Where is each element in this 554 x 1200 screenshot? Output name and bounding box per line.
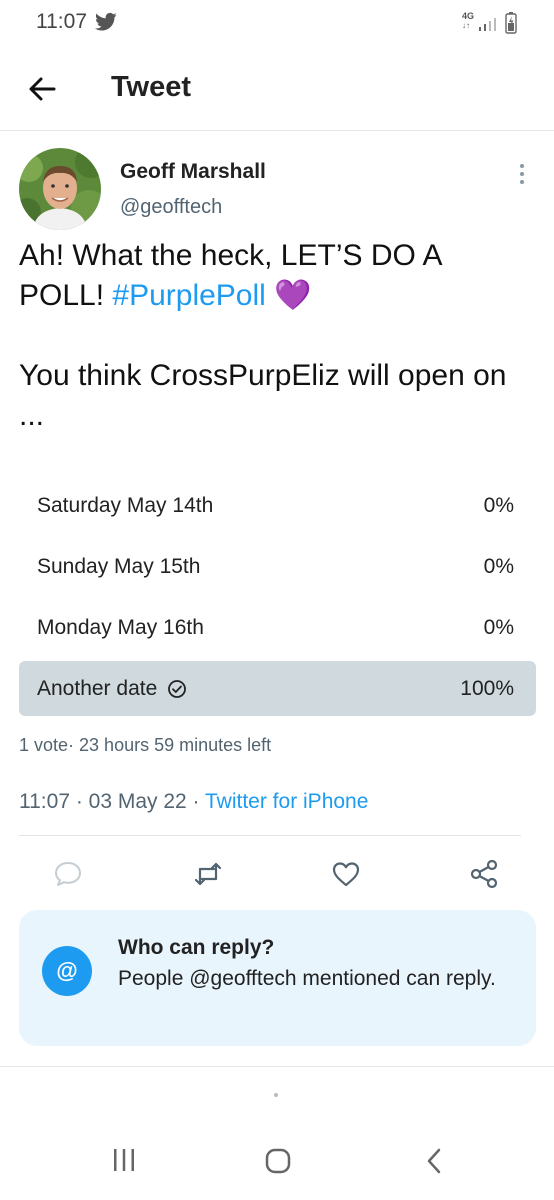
tweet-actions (0, 854, 554, 894)
avatar-image (19, 148, 101, 230)
status-bar: 11:07 4G ↓↑ (0, 0, 554, 44)
back-nav-icon[interactable] (424, 1148, 444, 1174)
battery-icon (505, 12, 517, 34)
reply-icon[interactable] (52, 858, 84, 890)
poll-option-text: Another date (37, 677, 158, 700)
share-icon[interactable] (468, 858, 500, 890)
reply-card-title: Who can reply? (118, 936, 275, 959)
poll-option: Monday May 16th 0% (19, 600, 536, 655)
source-link[interactable]: Twitter for iPhone (205, 790, 368, 813)
signal-icon (479, 18, 496, 31)
more-options-icon[interactable] (512, 162, 532, 186)
system-nav-bar (0, 1130, 554, 1200)
avatar[interactable] (19, 148, 101, 230)
poll-option-label: Another date (37, 677, 187, 701)
poll-option-text: Monday May 16th (37, 616, 204, 639)
page-indicator-dot (274, 1093, 278, 1097)
recent-apps-icon[interactable] (112, 1148, 136, 1172)
retweet-icon[interactable] (192, 858, 224, 890)
poll-option-text: Sunday May 15th (37, 555, 201, 578)
reply-restriction-card: @ Who can reply? People @geofftech menti… (19, 910, 536, 1046)
tweet-paragraph-1: Ah! What the heck, LET’S DO A POLL! #Pur… (19, 236, 534, 316)
network-indicator: 4G ↓↑ (462, 11, 475, 31)
poll-option-text: Saturday May 14th (37, 494, 214, 517)
poll-option-percent: 0% (483, 494, 514, 517)
status-time: 11:07 (36, 10, 87, 33)
poll: Saturday May 14th 0% Sunday May 15th 0% Mond… (19, 478, 536, 722)
poll-option: Saturday May 14th 0% (19, 478, 536, 533)
twitter-icon (95, 12, 117, 31)
author-name[interactable]: Geoff Marshall (120, 160, 266, 184)
purple-heart-emoji: 💜 (274, 279, 312, 312)
poll-option-label: Saturday May 14th (37, 494, 213, 518)
like-icon[interactable] (330, 858, 362, 890)
tweet-paragraph-2: You think CrossPurpEliz will open on ... (19, 359, 507, 432)
app-header: Tweet (0, 44, 554, 131)
hashtag-link[interactable]: #PurplePoll (112, 279, 265, 312)
divider (19, 835, 521, 836)
poll-option-percent: 0% (483, 555, 514, 578)
reply-card-description: People @geofftech mentioned can reply. (118, 967, 496, 990)
arrow-left-icon[interactable] (22, 72, 62, 106)
poll-option: Another date 100% (19, 661, 536, 716)
page-title: Tweet (111, 71, 192, 103)
poll-option: Sunday May 15th 0% (19, 539, 536, 594)
home-icon[interactable] (264, 1148, 292, 1174)
poll-option-percent: 100% (460, 677, 514, 700)
check-circle-icon (168, 680, 187, 698)
tweet-timestamp: 11:07 · 03 May 22 · Twitter for iPhone (19, 790, 368, 814)
timestamp-text: 11:07 · 03 May 22 · (19, 790, 205, 813)
at-sign-icon: @ (42, 946, 92, 996)
tweet-text: Ah! What the heck, LET’S DO A POLL! #Pur… (19, 236, 534, 436)
poll-option-percent: 0% (483, 616, 514, 639)
author-handle[interactable]: @geofftech (120, 196, 222, 219)
poll-option-label: Monday May 16th (37, 616, 204, 640)
poll-option-label: Sunday May 15th (37, 555, 200, 579)
poll-meta: 1 vote· 23 hours 59 minutes left (19, 735, 272, 755)
divider (0, 1066, 554, 1067)
